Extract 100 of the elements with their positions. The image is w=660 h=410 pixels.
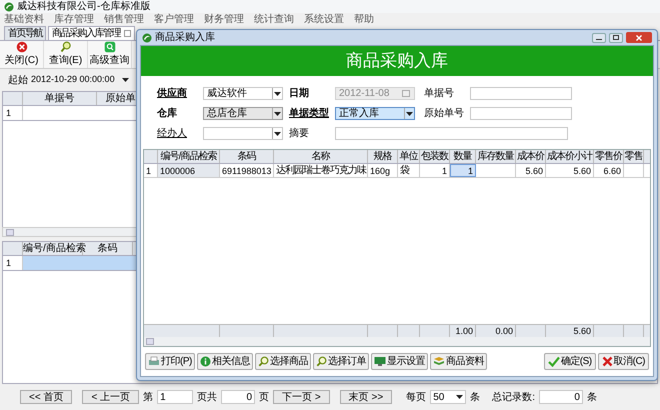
table-cell: 1	[450, 164, 476, 177]
combo-box[interactable]: 总店仓库	[203, 107, 283, 120]
input-field[interactable]	[470, 107, 572, 120]
combo-box[interactable]: 威达软件	[203, 87, 283, 100]
column-header: 编号/商品检索	[23, 242, 83, 255]
column-header: 成本价	[516, 150, 546, 163]
record-count-label: 条	[586, 390, 597, 404]
printer-icon	[148, 356, 160, 367]
per-page-label: 条	[470, 390, 480, 404]
column-header: 条码	[220, 150, 274, 163]
total-pages-field: 0	[221, 390, 256, 404]
table-cell: 6911988013	[220, 164, 274, 177]
field-link[interactable]: 经办人	[157, 126, 203, 141]
page-label: 页	[259, 390, 270, 404]
calendar-icon	[402, 90, 410, 97]
window-title: 威达科技有限公司-仓库标准版	[17, 0, 150, 14]
column-header: 单位	[398, 150, 420, 163]
input-field[interactable]	[470, 87, 572, 100]
table-cell: 5.60	[546, 164, 594, 177]
table-cell: 1000006	[158, 164, 220, 177]
menu-item[interactable]: 销售管理	[104, 12, 144, 26]
dialog-heading: 商品采购入库	[346, 50, 448, 72]
table-cell: 6.60	[594, 164, 624, 177]
check-icon	[548, 356, 560, 367]
field-label: 摘要	[289, 126, 310, 141]
column-header: 单据号	[23, 92, 97, 105]
dropdown-arrow-icon	[406, 112, 413, 116]
column-header: 库存数量	[476, 150, 516, 163]
action-button[interactable]: 取消(C)	[598, 353, 649, 370]
column-header: 零售	[624, 150, 644, 163]
per-page-select[interactable]: 50	[430, 390, 466, 404]
menu-item[interactable]: 系统设置	[304, 12, 344, 26]
date-field[interactable]: 2012-10-29 00:00:00	[30, 74, 130, 86]
column-header: 名称	[274, 150, 368, 163]
record-count-label: 总记录数:	[492, 390, 535, 404]
horizontal-scrollbar[interactable]	[144, 337, 650, 346]
field-label: 原始单号	[424, 106, 465, 121]
dialog-title: 商品采购入库	[155, 30, 215, 45]
toolbar-button[interactable]: 查询(E)	[44, 41, 88, 68]
record-count-field: 0	[538, 390, 583, 404]
column-header: 包装数	[420, 150, 450, 163]
combo-box[interactable]: 正常入库	[335, 107, 415, 120]
toolbar-button[interactable]: 打印(P)	[145, 353, 195, 370]
dropdown-arrow-icon	[122, 78, 129, 82]
column-header: 成本价小计	[546, 150, 594, 163]
filter-label: 起始	[8, 74, 28, 88]
search-icon	[258, 356, 269, 367]
tab[interactable]: 商品采购入库管理	[48, 26, 135, 40]
first-page-button[interactable]: << 首页	[20, 390, 72, 404]
field-label: 仓库	[157, 106, 178, 121]
last-page-button[interactable]: 末页 >>	[340, 390, 392, 404]
close-button[interactable]	[626, 32, 652, 43]
column-header: 数量	[450, 150, 476, 163]
menu-item[interactable]: 客户管理	[154, 12, 194, 26]
dropdown-arrow-icon	[456, 395, 464, 399]
action-button[interactable]: 确定(S)	[544, 353, 596, 370]
tab[interactable]: 首页导航	[4, 26, 46, 40]
row-number: 1	[3, 256, 23, 270]
dropdown-arrow-icon	[274, 112, 281, 116]
info-icon	[200, 356, 211, 367]
toolbar-button[interactable]: 显示设置	[370, 353, 428, 370]
cancel-icon	[602, 356, 613, 367]
table-cell: 160g	[368, 164, 398, 177]
dropdown-arrow-icon	[274, 132, 281, 136]
field-link[interactable]: 单据类型	[289, 106, 335, 121]
logo-icon	[142, 32, 152, 42]
page-field[interactable]: 1	[157, 390, 194, 404]
table-cell: 达利园瑞士卷巧克力味	[274, 164, 368, 177]
menu-item[interactable]: 财务管理	[204, 12, 244, 26]
toolbar-button[interactable]: 关闭(C)	[0, 41, 44, 68]
monitor-icon	[374, 356, 386, 367]
page-label: 页共	[197, 390, 218, 404]
combo-box[interactable]	[203, 127, 283, 140]
toolbar-button[interactable]: 相关信息	[196, 353, 253, 370]
menu-item[interactable]: 统计查询	[254, 12, 294, 26]
field-label: 日期	[289, 86, 310, 101]
table-cell: 袋	[398, 164, 420, 177]
menu-item[interactable]: 基础资料	[4, 12, 44, 26]
search-icon	[316, 356, 327, 367]
minimize-button[interactable]	[592, 32, 606, 42]
toolbar-button[interactable]: 高级查询	[88, 41, 132, 68]
previous-page-button[interactable]: < 上一页	[82, 390, 140, 404]
menu-item[interactable]: 帮助	[354, 12, 374, 26]
maximize-button[interactable]	[609, 32, 623, 42]
column-header: 零售价	[594, 150, 624, 163]
dropdown-arrow-icon	[274, 92, 281, 96]
field-link[interactable]: 供应商	[157, 86, 203, 101]
column-header: 编号/商品检索	[158, 150, 220, 163]
toolbar-button[interactable]: 选择商品	[254, 353, 311, 370]
table-cell: 5.60	[516, 164, 546, 177]
column-header: 规格	[368, 150, 398, 163]
field-label: 单据号	[424, 86, 455, 101]
per-page-label: 每页	[406, 390, 426, 404]
next-page-button[interactable]: 下一页 >	[273, 390, 330, 404]
page-label: 第	[143, 390, 154, 404]
menu-item[interactable]: 库存管理	[54, 12, 94, 26]
toolbar-button[interactable]: 商品资料	[430, 353, 487, 370]
input-field[interactable]	[335, 127, 568, 140]
book-icon	[432, 356, 445, 367]
toolbar-button[interactable]: 选择订单	[312, 353, 369, 370]
